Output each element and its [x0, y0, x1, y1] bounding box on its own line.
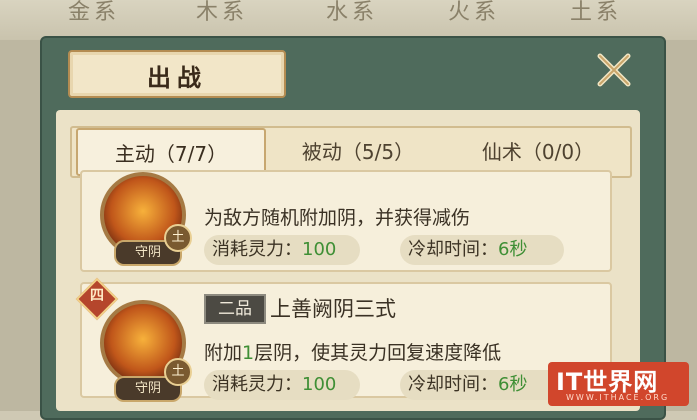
- cost-label: 消耗灵力：: [212, 374, 302, 395]
- element-tab-earth[interactable]: 土系: [570, 0, 622, 26]
- cooldown-stat: 冷却时间：6秒: [400, 370, 564, 400]
- cost-value: 100: [302, 239, 337, 260]
- close-button[interactable]: [594, 50, 634, 90]
- description-text: 层阴，使其灵力回复速度降低: [254, 342, 502, 364]
- element-tab-water[interactable]: 水系: [326, 0, 378, 26]
- element-tabs-bar: 金系 木系 水系 火系 土系: [0, 0, 697, 40]
- skill-grade: 二品: [204, 294, 266, 324]
- cooldown-label: 冷却时间：: [408, 374, 498, 395]
- skill-description: 附加1层阴，使其灵力回复速度降低: [204, 338, 501, 365]
- skill-description: 为敌方随机附加阴，并获得减伤: [204, 207, 471, 229]
- cost-value: 100: [302, 374, 337, 395]
- tab-passive-skills[interactable]: 被动（5/5）: [268, 128, 448, 176]
- element-tab-fire[interactable]: 火系: [448, 0, 500, 26]
- description-text: 附加: [204, 342, 243, 364]
- slot-number: 四: [90, 288, 104, 304]
- tab-immortal-arts[interactable]: 仙术（0/0）: [450, 128, 626, 176]
- cost-stat: 消耗灵力：100: [204, 370, 360, 400]
- cost-stat: 消耗灵力：100: [204, 235, 360, 265]
- cost-label: 消耗灵力：: [212, 239, 302, 260]
- element-badge: 土: [164, 224, 192, 252]
- cooldown-value: 6秒: [498, 374, 528, 395]
- cooldown-stat: 冷却时间：6秒: [400, 235, 564, 265]
- close-icon: [597, 53, 631, 87]
- element-badge: 土: [164, 358, 192, 386]
- watermark-text: IT世界网: [556, 368, 659, 396]
- element-tab-metal[interactable]: 金系: [68, 0, 120, 26]
- element-tab-wood[interactable]: 木系: [196, 0, 248, 26]
- tab-active-skills[interactable]: 主动（7/7）: [76, 128, 266, 176]
- watermark-url: WWW.ITHACE.ORG: [566, 393, 670, 402]
- skill-name: 上善阙阴三式: [270, 297, 396, 321]
- cooldown-label: 冷却时间：: [408, 239, 498, 260]
- description-highlight: 1: [242, 342, 255, 364]
- dialog-title: 出战: [147, 64, 207, 92]
- title-plate: 出战: [68, 50, 286, 98]
- cooldown-value: 6秒: [498, 239, 528, 260]
